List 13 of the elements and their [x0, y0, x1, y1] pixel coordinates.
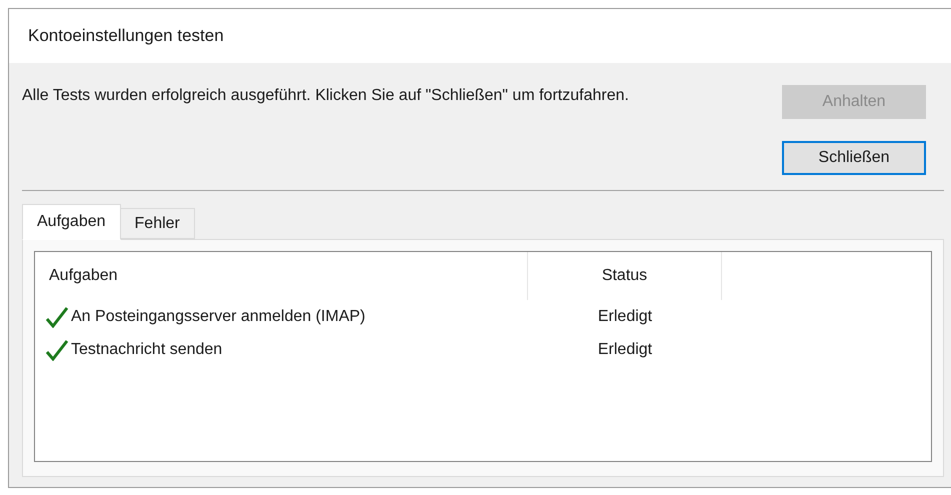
task-name: Testnachricht senden — [71, 340, 222, 360]
task-status: Erledigt — [598, 306, 652, 326]
tab[interactable]: Aufgaben — [22, 204, 121, 240]
window-title: Kontoeinstellungen testen — [28, 25, 224, 48]
tab[interactable]: Fehler — [120, 208, 195, 239]
checkmark-icon — [45, 306, 69, 328]
checkmark-icon — [45, 338, 69, 360]
status-message: Alle Tests wurden erfolgreich ausgeführt. Klicken Sie auf "Schließen" um fortzufahren. — [22, 86, 630, 106]
task-name: An Posteingangsserver anmelden (IMAP) — [71, 306, 366, 326]
dialog-button[interactable]: Schließen — [782, 141, 926, 175]
column-header[interactable]: Aufgaben — [35, 252, 528, 300]
column-header[interactable]: Status — [528, 252, 722, 300]
task-status: Erledigt — [598, 340, 652, 360]
